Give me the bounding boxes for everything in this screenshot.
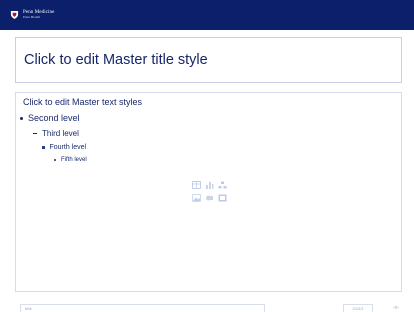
text-level-5[interactable]: Fifth level xyxy=(54,157,87,163)
smartart-icon[interactable] xyxy=(218,181,227,189)
bullet-small-dot-icon xyxy=(54,159,56,161)
chart-icon[interactable] xyxy=(205,181,214,189)
logo-subtitle: Penn Health xyxy=(23,15,41,20)
media-icon[interactable] xyxy=(218,194,227,202)
text-level-3-label: Third level xyxy=(42,129,79,138)
text-level-4[interactable]: Fourth level xyxy=(42,144,86,151)
bullet-dash-icon xyxy=(33,133,37,134)
header-bar: Penn Medicine Penn Health xyxy=(0,0,414,30)
footer-placeholder[interactable]: hfdr xyxy=(20,304,265,312)
text-level-1[interactable]: Click to edit Master text styles xyxy=(23,97,142,107)
slide-number-placeholder[interactable]: ‹#› xyxy=(390,304,402,312)
text-level-4-label: Fourth level xyxy=(49,144,87,151)
date-placeholder[interactable]: 2/10/1 xyxy=(343,304,373,312)
table-icon[interactable] xyxy=(192,181,201,189)
text-level-5-label: Fifth level xyxy=(61,157,87,163)
bullet-square-icon xyxy=(42,146,45,149)
insert-content-icons xyxy=(192,181,228,205)
title-text[interactable]: Click to edit Master title style xyxy=(24,52,208,68)
slide-master: Penn Medicine Penn Health Click to edit … xyxy=(0,0,414,312)
text-level-2[interactable]: Second level xyxy=(20,113,80,123)
picture-icon[interactable] xyxy=(192,194,201,202)
body-placeholder[interactable]: Click to edit Master text styles Second … xyxy=(15,92,402,292)
bullet-dot-icon xyxy=(20,116,23,120)
text-level-3[interactable]: Third level xyxy=(33,129,79,138)
title-placeholder[interactable]: Click to edit Master title style xyxy=(15,37,402,83)
footer-area: hfdr 2/10/1 ‹#› xyxy=(0,300,414,312)
logo: Penn Medicine Penn Health xyxy=(10,10,54,20)
clipart-icon[interactable] xyxy=(205,194,214,202)
shield-icon xyxy=(10,10,19,20)
text-level-2-label: Second level xyxy=(28,113,80,123)
